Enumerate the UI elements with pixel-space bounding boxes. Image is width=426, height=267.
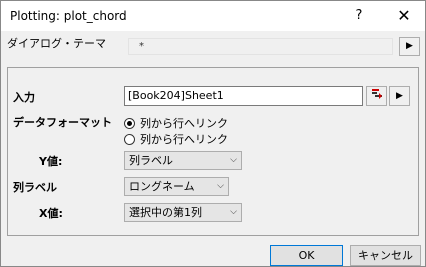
radio-selected-icon [124, 117, 135, 129]
help-button[interactable]: ? [347, 4, 371, 28]
input-menu-arrow-button[interactable]: ▶ [389, 86, 410, 106]
y-value-selected: 列ラベル [129, 154, 173, 167]
input-range-field[interactable]: [Book204]Sheet1 [124, 86, 363, 106]
x-value-label: X値: [39, 207, 63, 220]
dialog-window: Plotting: plot_chord ? ✕ ダイアログ・テーマ * ▶ 入… [0, 0, 426, 267]
x-value-select[interactable]: 選択中の第1列 ⌵ [124, 203, 242, 222]
y-value-select[interactable]: 列ラベル ⌵ [124, 151, 242, 170]
range-select-icon [371, 89, 382, 99]
data-format-option-2: 列から行へリンク [140, 133, 228, 146]
column-label-select[interactable]: ロングネーム ⌵ [124, 177, 229, 196]
column-label-selected: ロングネーム [129, 180, 195, 193]
input-label: 入力 [13, 91, 35, 104]
close-button[interactable]: ✕ [389, 4, 419, 28]
data-format-label: データフォーマット [13, 116, 112, 129]
chevron-down-icon: ⌵ [230, 155, 237, 165]
title-bar: Plotting: plot_chord ? ✕ [1, 1, 425, 31]
radio-unselected-icon [124, 133, 135, 145]
dialog-theme-field[interactable]: * [128, 38, 393, 55]
chevron-down-icon: ⌵ [217, 181, 224, 191]
x-value-selected: 選択中の第1列 [129, 206, 202, 219]
range-select-button[interactable] [366, 86, 387, 106]
window-title: Plotting: plot_chord [10, 9, 127, 23]
data-format-radio-2[interactable]: 列から行へリンク [124, 131, 228, 147]
data-format-radio-1[interactable]: 列から行へリンク [124, 115, 228, 131]
arrow-right-icon: ▶ [396, 91, 403, 101]
data-format-option-1: 列から行へリンク [140, 117, 228, 130]
theme-menu-arrow-icon[interactable]: ▶ [399, 37, 420, 56]
cancel-button[interactable]: キャンセル [350, 245, 421, 266]
y-value-label: Y値: [39, 155, 63, 168]
ok-button[interactable]: OK [270, 245, 343, 266]
dialog-theme-label: ダイアログ・テーマ [7, 37, 106, 50]
chevron-down-icon: ⌵ [230, 207, 237, 217]
column-label-label: 列ラベル [13, 181, 57, 194]
